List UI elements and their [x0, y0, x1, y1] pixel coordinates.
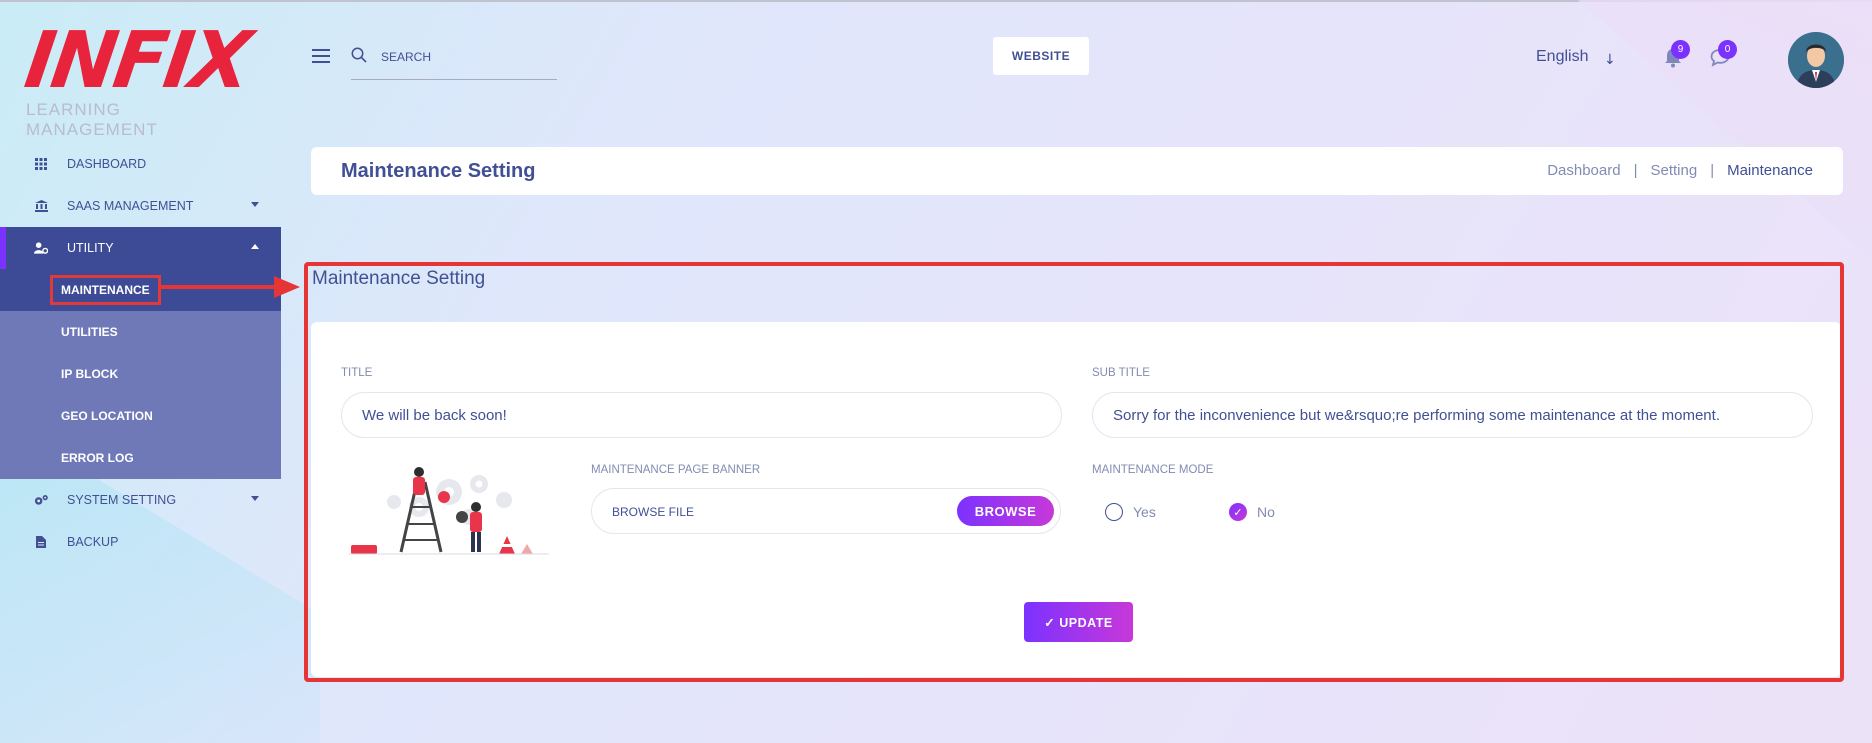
sidebar-subitem-ip-block[interactable]: IP BLOCK: [0, 353, 281, 395]
logo-subtitle: LEARNING MANAGEMENT: [26, 100, 158, 139]
bell-icon[interactable]: 9: [1664, 40, 1690, 68]
breadcrumb-dashboard[interactable]: Dashboard: [1547, 162, 1620, 179]
sidebar-item-label: DASHBOARD: [67, 157, 147, 171]
website-button[interactable]: WEBSITE: [993, 37, 1089, 75]
sidebar-item-label: ERROR LOG: [61, 451, 134, 465]
page-title: Maintenance Setting: [341, 160, 536, 182]
hamburger-menu-icon[interactable]: [312, 49, 330, 63]
search-icon[interactable]: [351, 47, 367, 63]
breadcrumb-separator: |: [1633, 162, 1638, 179]
chevron-down-icon: [251, 202, 259, 207]
grid-icon: [34, 157, 48, 171]
sidebar-item-dashboard[interactable]: DASHBOARD: [0, 143, 281, 185]
notification-count-badge: 9: [1671, 40, 1690, 59]
sidebar-subitem-utilities[interactable]: UTILITIES: [0, 311, 281, 353]
logo-text: INFIX: [19, 16, 255, 106]
sidebar-subitem-error-log[interactable]: ERROR LOG: [0, 437, 281, 479]
annotation-arrow-head: [274, 276, 300, 298]
chat-icon[interactable]: 0: [1710, 40, 1737, 68]
file-icon: [34, 535, 48, 549]
breadcrumb-setting[interactable]: Setting: [1650, 162, 1697, 179]
highlight-frame: [304, 262, 1844, 682]
bank-icon: [34, 199, 48, 213]
sidebar-item-label: SAAS MANAGEMENT: [67, 199, 194, 213]
sidebar-item-backup[interactable]: BACKUP: [0, 521, 281, 563]
sidebar-item-label: GEO LOCATION: [61, 409, 153, 423]
search-bar: [351, 43, 557, 80]
avatar[interactable]: [1788, 32, 1844, 88]
sidebar-item-label: IP BLOCK: [61, 367, 119, 381]
sidebar-item-utility[interactable]: UTILITY: [0, 227, 281, 269]
message-count-badge: 0: [1718, 40, 1737, 59]
language-select[interactable]: English: [1536, 48, 1588, 66]
sidebar: DASHBOARD SAAS MANAGEMENT UTILITY MAINTE…: [0, 143, 281, 563]
arrow-down-icon[interactable]: ↓: [1604, 52, 1616, 68]
annotation-arrow: [158, 285, 276, 289]
breadcrumb-maintenance: Maintenance: [1727, 162, 1813, 179]
sidebar-item-saas-management[interactable]: SAAS MANAGEMENT: [0, 185, 281, 227]
chevron-up-icon: [251, 244, 259, 249]
logo[interactable]: INFIX LEARNING MANAGEMENT: [20, 16, 256, 140]
sidebar-item-system-setting[interactable]: SYSTEM SETTING: [0, 479, 281, 521]
sidebar-item-label: SYSTEM SETTING: [67, 493, 177, 507]
sidebar-item-label: UTILITIES: [61, 325, 118, 339]
sidebar-item-label: BACKUP: [67, 535, 119, 549]
chevron-down-icon: [251, 496, 259, 501]
gears-icon: [34, 493, 48, 507]
sidebar-item-label: MAINTENANCE: [50, 275, 161, 305]
sidebar-subitem-geo-location[interactable]: GEO LOCATION: [0, 395, 281, 437]
breadcrumb-separator: |: [1710, 162, 1715, 179]
user-gear-icon: [34, 241, 48, 255]
search-input[interactable]: [381, 50, 541, 64]
page-header: Maintenance Setting Dashboard | Setting …: [311, 147, 1843, 195]
breadcrumb: Dashboard | Setting | Maintenance: [1547, 162, 1813, 179]
sidebar-subitem-maintenance[interactable]: MAINTENANCE: [0, 269, 281, 311]
sidebar-item-label: UTILITY: [67, 241, 114, 255]
utility-submenu: MAINTENANCE UTILITIES IP BLOCK GEO LOCAT…: [0, 269, 281, 479]
